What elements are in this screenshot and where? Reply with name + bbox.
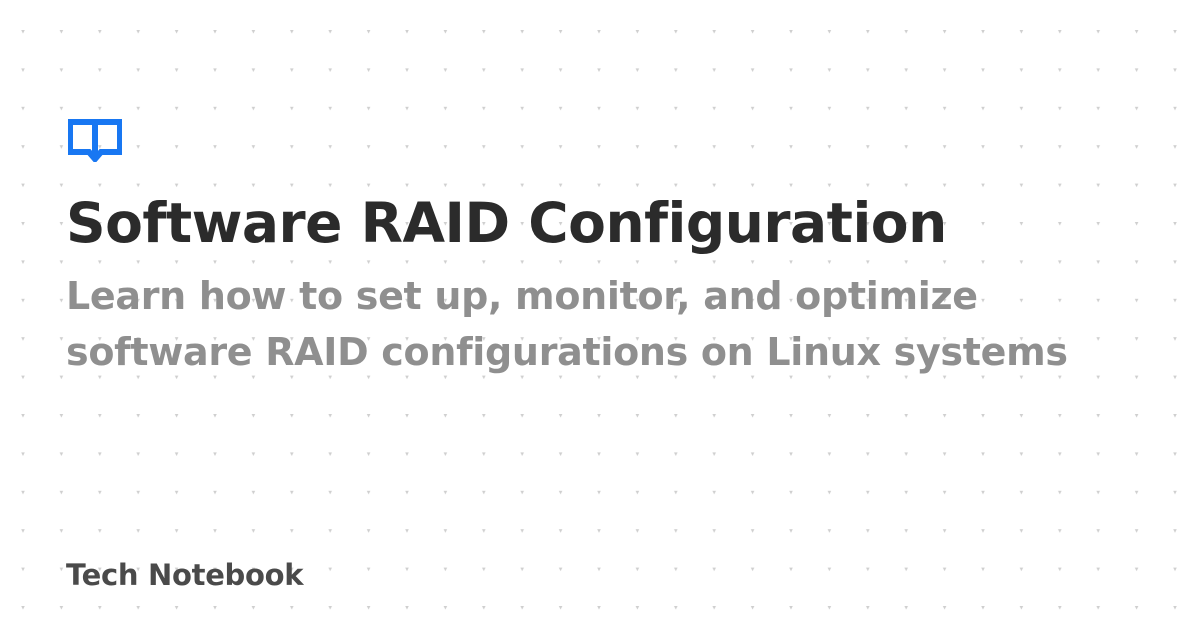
- site-brand-name: Tech Notebook: [66, 558, 304, 592]
- page-title: Software RAID Configuration: [66, 191, 947, 255]
- card-content: Software RAID Configuration Learn how to…: [66, 0, 1176, 630]
- subtitle-line-2: software RAID configurations on Linux sy…: [66, 330, 1068, 374]
- open-book-icon: [67, 118, 123, 164]
- subtitle-line-1: Learn how to set up, monitor, and optimi…: [66, 274, 978, 318]
- page-subtitle: Learn how to set up, monitor, and optimi…: [66, 268, 1176, 380]
